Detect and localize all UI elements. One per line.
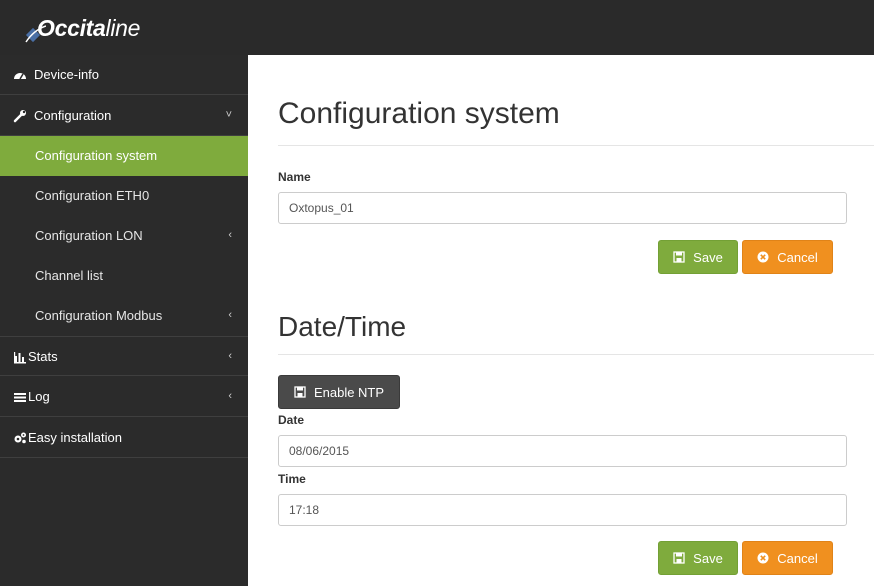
- sidebar-item-configuration[interactable]: Configuration ˅: [0, 96, 248, 136]
- chevron-left-icon: ‹: [228, 390, 232, 402]
- cancel-button[interactable]: Cancel: [742, 240, 833, 274]
- save-button[interactable]: Save: [658, 240, 738, 274]
- sidebar: Device-info Configuration ˅ Configuratio…: [0, 55, 248, 586]
- chevron-left-icon: ‹: [228, 229, 232, 241]
- logo-text-light: line: [105, 15, 141, 41]
- enable-ntp-button[interactable]: Enable NTP: [278, 375, 400, 409]
- sidebar-item-label: Configuration ETH0: [35, 188, 150, 203]
- save-button-label: Save: [693, 550, 723, 566]
- floppy-disk-icon: [294, 386, 306, 398]
- cogs-icon: [13, 431, 27, 445]
- logo-text-bold: Occita: [37, 15, 106, 41]
- list-icon: [13, 390, 27, 404]
- floppy-disk-icon: [673, 251, 685, 263]
- cancel-circle-icon: [757, 552, 769, 564]
- sidebar-item-label: Device-info: [34, 67, 100, 82]
- time-field[interactable]: [278, 494, 847, 526]
- date-field[interactable]: [278, 435, 847, 467]
- chevron-left-icon: ‹: [228, 350, 232, 362]
- cancel-button-label: Cancel: [777, 550, 818, 566]
- save-button-label: Save: [693, 249, 723, 265]
- sidebar-item-label: Configuration system: [35, 148, 158, 163]
- sidebar-item-label: Configuration LON: [35, 228, 143, 243]
- cancel-circle-icon: [757, 251, 769, 263]
- divider: [278, 145, 874, 146]
- save-button[interactable]: Save: [658, 541, 738, 575]
- sidebar-item-label: Configuration Modbus: [35, 308, 163, 323]
- chevron-down-icon: ˅: [225, 109, 232, 121]
- time-label: Time: [278, 472, 306, 486]
- date-label: Date: [278, 413, 305, 427]
- logo[interactable]: Occitaline: [0, 0, 248, 55]
- sidebar-item-configuration-lon[interactable]: Configuration LON ‹: [0, 216, 248, 256]
- sidebar-item-channel-list[interactable]: Channel list: [0, 256, 248, 296]
- cancel-button-label: Cancel: [777, 249, 818, 265]
- sidebar-item-configuration-system[interactable]: Configuration system: [0, 136, 248, 176]
- sidebar-item-device-info[interactable]: Device-info: [0, 55, 248, 95]
- sidebar-item-log[interactable]: Log ‹: [0, 377, 248, 417]
- page-title: Configuration system: [278, 97, 560, 130]
- sidebar-item-label: Easy installation: [28, 430, 122, 445]
- sidebar-item-easy-installation[interactable]: Easy installation: [0, 418, 248, 458]
- sidebar-item-label: Stats: [28, 349, 58, 364]
- name-field[interactable]: [278, 192, 847, 224]
- chevron-left-icon: ‹: [228, 309, 232, 321]
- sidebar-item-label: Channel list: [35, 268, 103, 283]
- sidebar-item-configuration-eth0[interactable]: Configuration ETH0: [0, 176, 248, 216]
- section-title-date-time: Date/Time: [278, 311, 407, 342]
- bar-chart-icon: [13, 350, 27, 364]
- sidebar-item-stats[interactable]: Stats ‹: [0, 336, 248, 376]
- divider: [278, 354, 874, 355]
- sidebar-item-configuration-modbus[interactable]: Configuration Modbus ‹: [0, 296, 248, 336]
- enable-ntp-label: Enable NTP: [313, 384, 385, 400]
- sidebar-item-label: Log: [28, 389, 50, 404]
- floppy-disk-icon: [673, 552, 685, 564]
- name-label: Name: [278, 170, 311, 184]
- top-bar: Occitaline: [0, 0, 874, 55]
- logo-text: Occitaline: [37, 15, 140, 42]
- cancel-button[interactable]: Cancel: [742, 541, 833, 575]
- dashboard-icon: [13, 68, 27, 82]
- sidebar-item-label: Configuration: [34, 108, 112, 123]
- wrench-icon: [13, 109, 27, 123]
